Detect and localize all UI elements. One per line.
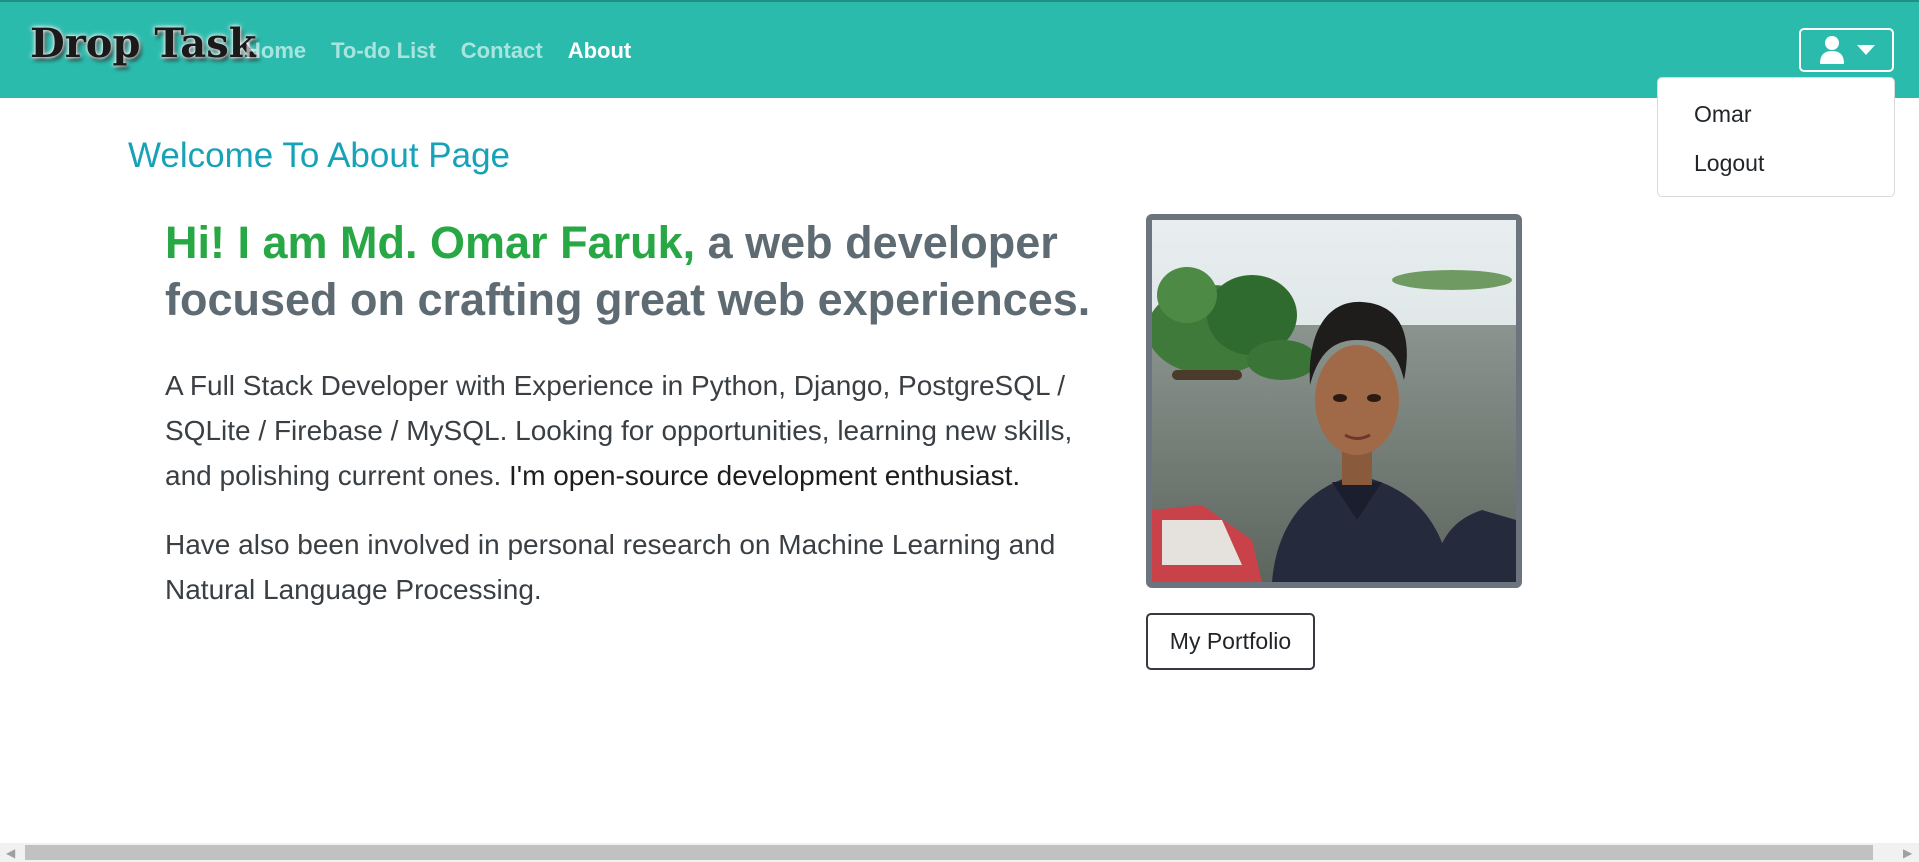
research-paragraph: Have also been involved in personal rese… (165, 529, 1056, 605)
bio-emphasis: I'm open-source development enthusiast. (509, 460, 1021, 491)
bio-paragraph: A Full Stack Developer with Experience i… (165, 363, 1095, 498)
horizontal-scrollbar[interactable]: ◀ ▶ (0, 843, 1919, 862)
my-portfolio-button[interactable]: My Portfolio (1146, 613, 1315, 670)
scroll-left-icon[interactable]: ◀ (6, 846, 15, 860)
nav-links: Home To-do List Contact About (245, 38, 656, 64)
navbar: Drop Task Home To-do List Contact About (0, 0, 1919, 98)
intro-heading: Hi! I am Md. Omar Faruk, a web developer… (165, 214, 1125, 328)
user-dropdown-menu: Omar Logout (1657, 77, 1895, 197)
profile-photo (1146, 214, 1522, 588)
page-title: Welcome To About Page (128, 136, 511, 175)
scroll-right-icon[interactable]: ▶ (1903, 846, 1912, 860)
dropdown-item-logout[interactable]: Logout (1694, 150, 1764, 177)
user-menu-button[interactable] (1799, 28, 1894, 72)
scrollbar-thumb[interactable] (25, 845, 1873, 860)
nav-link-home[interactable]: Home (245, 38, 306, 64)
intro-name: Hi! I am Md. Omar Faruk, (165, 217, 696, 268)
nav-link-about[interactable]: About (568, 38, 632, 64)
user-icon (1819, 35, 1845, 65)
caret-down-icon (1856, 45, 1875, 55)
brand-logo[interactable]: Drop Task (30, 20, 256, 67)
nav-link-todo-list[interactable]: To-do List (331, 38, 436, 64)
dropdown-item-username[interactable]: Omar (1694, 101, 1752, 128)
nav-link-contact[interactable]: Contact (461, 38, 543, 64)
